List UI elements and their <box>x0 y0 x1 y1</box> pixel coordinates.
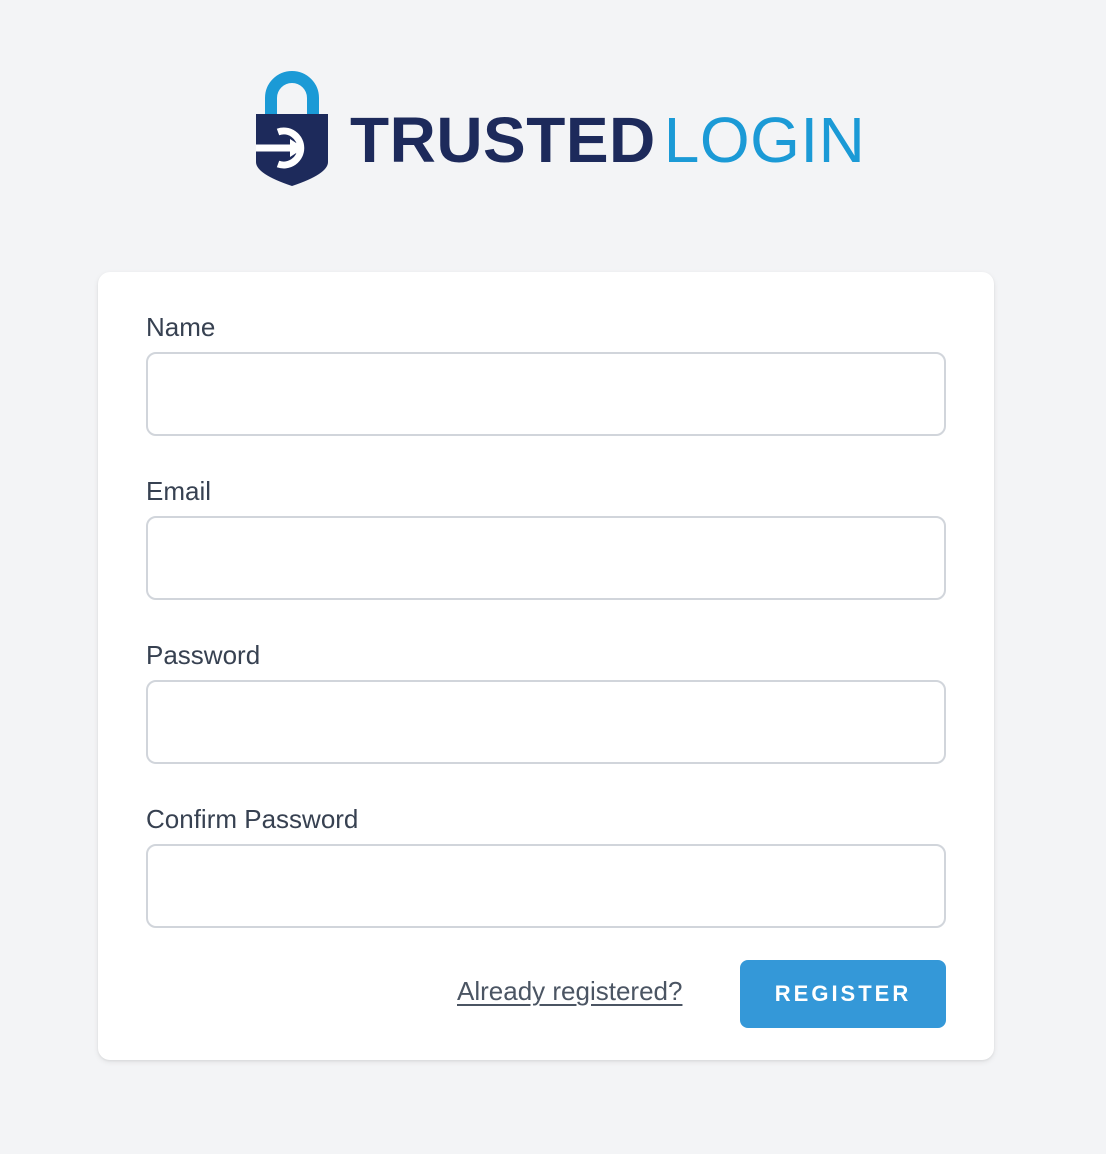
email-label: Email <box>146 476 212 506</box>
confirm-password-input[interactable] <box>146 844 946 928</box>
email-input[interactable] <box>146 516 946 600</box>
name-label: Name <box>146 312 216 342</box>
already-registered-link[interactable]: Already registered? <box>457 978 682 1004</box>
password-label: Password <box>146 640 261 670</box>
register-form: Name Email Password Confirm Password Alr… <box>98 272 994 1060</box>
confirm-password-label: Confirm Password <box>146 804 359 834</box>
register-button[interactable]: REGISTER <box>740 960 946 1028</box>
padlock-login-icon <box>256 71 328 186</box>
wordmark-login: LOGIN <box>663 104 866 176</box>
trustedlogin-logo: TRUSTED LOGIN <box>254 70 865 188</box>
wordmark-trusted: TRUSTED <box>350 104 656 176</box>
password-input[interactable] <box>146 680 946 764</box>
brand-wordmark: TRUSTED LOGIN <box>350 108 865 172</box>
name-input[interactable] <box>146 352 946 436</box>
